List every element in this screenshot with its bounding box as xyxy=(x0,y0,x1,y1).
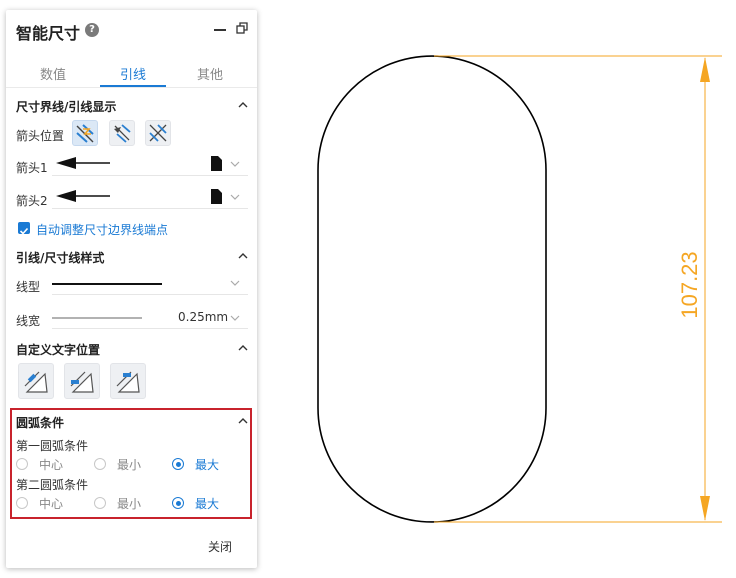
arrow-smart-icon xyxy=(149,124,167,142)
checkmark-icon xyxy=(19,227,29,235)
chevron-down-icon[interactable] xyxy=(230,315,240,321)
chevron-up-icon[interactable] xyxy=(238,343,248,353)
chevron-up-icon[interactable] xyxy=(238,100,248,110)
tab-other[interactable]: 其他 xyxy=(180,64,240,83)
first-arc-max-radio[interactable] xyxy=(172,458,184,470)
arrow-outside-button[interactable] xyxy=(109,120,135,146)
auto-adjust-label[interactable]: 自动调整尺寸边界线端点 xyxy=(36,221,168,238)
text-position-icon-1 xyxy=(24,371,48,393)
chevron-down-icon[interactable] xyxy=(230,280,240,286)
file-icon[interactable] xyxy=(211,189,222,204)
chevron-down-icon[interactable] xyxy=(230,161,240,167)
arrow-outside-icon xyxy=(114,124,131,143)
first-arc-center-radio[interactable] xyxy=(16,458,28,470)
smart-dimension-panel: 智能尺寸 ? 数值 引线 其他 尺寸界线/引线显示 箭头位置 箭头1 箭头2 自… xyxy=(6,10,257,568)
line-width-label: 线宽 xyxy=(16,314,41,328)
arrow-inside-icon xyxy=(76,124,94,143)
line-type-label: 线型 xyxy=(16,280,41,294)
text-position-button-1[interactable] xyxy=(18,363,54,399)
first-arc-center-label[interactable]: 中心 xyxy=(39,456,63,473)
first-arc-label: 第一圆弧条件 xyxy=(16,439,89,453)
chevron-up-icon[interactable] xyxy=(238,416,248,426)
section-arc-title: 圆弧条件 xyxy=(16,416,65,430)
text-position-button-2[interactable] xyxy=(64,363,100,399)
tab-leader[interactable]: 引线 xyxy=(103,64,163,83)
first-arc-min-radio[interactable] xyxy=(94,458,106,470)
line-type-preview xyxy=(52,283,162,285)
dimension-arrow-top xyxy=(700,57,710,82)
first-arc-max-label[interactable]: 最大 xyxy=(195,456,219,473)
arrow1-dropdown[interactable] xyxy=(52,175,248,176)
auto-adjust-checkbox[interactable] xyxy=(18,222,30,235)
active-tab-indicator xyxy=(100,85,166,87)
obround-shape[interactable] xyxy=(317,55,547,523)
arrow2-dropdown[interactable] xyxy=(52,208,248,209)
restore-window-icon[interactable] xyxy=(236,22,248,34)
second-arc-max-label[interactable]: 最大 xyxy=(195,495,219,512)
chevron-down-icon[interactable] xyxy=(230,194,240,200)
dimension-arrow-bottom xyxy=(700,496,710,521)
arrow1-label: 箭头1 xyxy=(16,161,48,175)
text-position-icon-3 xyxy=(116,371,140,393)
second-arc-center-label[interactable]: 中心 xyxy=(39,495,63,512)
line-width-preview xyxy=(52,317,142,319)
dimension-value[interactable]: 107.23 xyxy=(677,251,702,318)
line-type-dropdown[interactable] xyxy=(52,294,248,295)
close-button[interactable]: 关闭 xyxy=(208,538,232,555)
arrow-smart-button[interactable] xyxy=(145,120,171,146)
line-width-dropdown[interactable] xyxy=(52,328,248,329)
arrow-inside-button[interactable] xyxy=(72,120,98,146)
tab-divider xyxy=(6,87,257,88)
text-position-button-3[interactable] xyxy=(110,363,146,399)
arrow-position-label: 箭头位置 xyxy=(16,129,65,143)
second-arc-min-label[interactable]: 最小 xyxy=(117,495,141,512)
minimize-icon[interactable] xyxy=(214,28,226,32)
second-arc-label: 第二圆弧条件 xyxy=(16,478,89,492)
second-arc-max-radio[interactable] xyxy=(172,497,184,509)
line-width-value: 0.25mm xyxy=(178,310,229,324)
section-extension-title: 尺寸界线/引线显示 xyxy=(16,100,117,114)
arrow1-preview-icon xyxy=(56,157,110,169)
tab-values[interactable]: 数值 xyxy=(23,64,83,83)
arrow2-preview-icon xyxy=(56,190,110,202)
arrow2-label: 箭头2 xyxy=(16,194,48,208)
section-text-position-title: 自定义文字位置 xyxy=(16,343,101,357)
text-position-icon-2 xyxy=(70,371,94,393)
help-icon[interactable]: ? xyxy=(85,23,99,37)
panel-title: 智能尺寸 xyxy=(16,24,81,43)
second-arc-min-radio[interactable] xyxy=(94,497,106,509)
second-arc-center-radio[interactable] xyxy=(16,497,28,509)
chevron-up-icon[interactable] xyxy=(238,251,248,261)
section-style-title: 引线/尺寸线样式 xyxy=(16,251,105,265)
file-icon[interactable] xyxy=(211,156,222,171)
first-arc-min-label[interactable]: 最小 xyxy=(117,456,141,473)
